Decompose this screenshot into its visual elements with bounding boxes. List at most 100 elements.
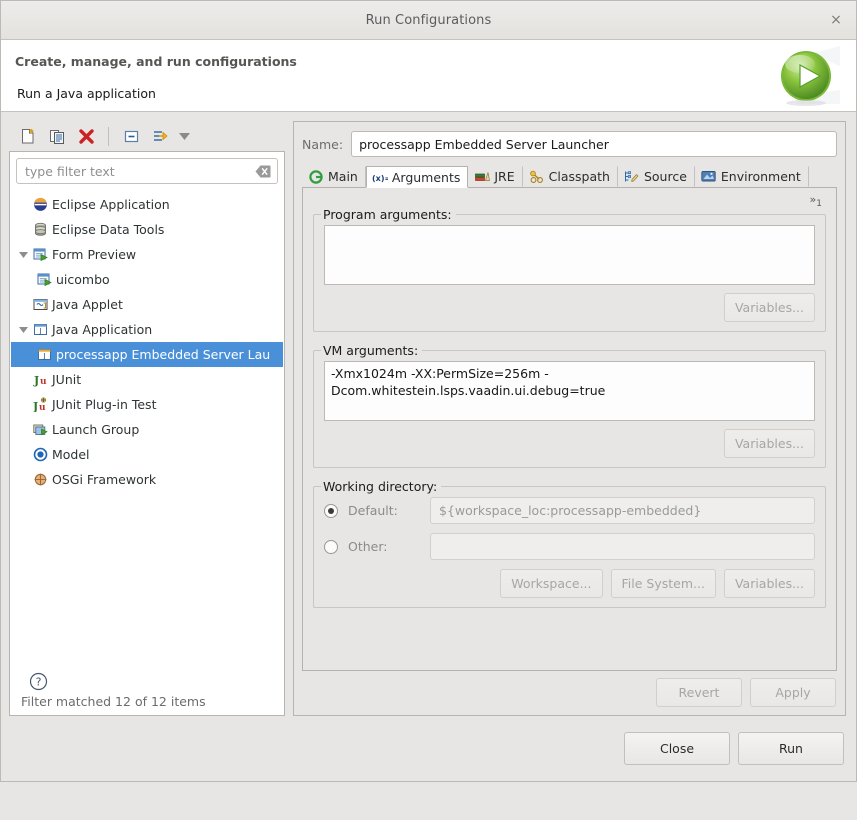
revert-button[interactable]: Revert [656, 678, 742, 707]
model-icon [31, 447, 49, 463]
launch-configurations-tree[interactable]: Eclipse Application Eclipse Data Tools F… [11, 192, 283, 685]
form-preview-icon [31, 247, 49, 263]
eclipse-icon [31, 197, 49, 213]
tab-label: Main [328, 169, 358, 184]
tab-main[interactable]: Main [302, 166, 366, 187]
tab-overflow-count: 1 [816, 199, 822, 210]
configuration-editor-pane: Name: processapp Embedded Server Launche… [293, 121, 846, 820]
twisty-expanded-icon[interactable] [15, 242, 31, 267]
twisty-expanded-icon[interactable] [15, 317, 31, 342]
tree-item-label: Eclipse Application [52, 197, 170, 212]
program-arguments-input[interactable] [324, 225, 815, 285]
jre-tab-icon [474, 170, 490, 184]
copy-icon[interactable] [44, 124, 70, 149]
tree-item-eclipse-data-tools[interactable]: Eclipse Data Tools [11, 217, 283, 242]
tab-arguments[interactable]: (x)= Arguments [365, 166, 469, 188]
tree-item-uicombo[interactable]: uicombo [11, 267, 283, 292]
button-label: Run [779, 741, 803, 756]
tree-item-eclipse-application[interactable]: Eclipse Application [11, 192, 283, 217]
database-icon [31, 222, 49, 238]
program-arguments-label: Program arguments: [321, 207, 456, 222]
tree-item-junit[interactable]: J u JUnit [11, 367, 283, 392]
working-directory-buttons: Workspace... File System... Variables... [324, 569, 815, 598]
java-application-icon: J [35, 347, 53, 363]
vm-arguments-group: VM arguments: -Xmx1024m -XX:PermSize=256… [313, 343, 826, 468]
tree-item-java-application[interactable]: J Java Application [11, 317, 283, 342]
button-label: Workspace... [511, 576, 592, 591]
delete-x-icon[interactable] [73, 124, 99, 149]
filter-row: type filter text [10, 152, 284, 188]
filter-icon[interactable] [147, 124, 173, 149]
svg-text:J: J [33, 400, 38, 412]
close-icon[interactable]: × [826, 10, 846, 30]
working-directory-default-input[interactable]: ${workspace_loc:processapp-embedded} [430, 497, 815, 524]
help-question-icon[interactable]: ? [29, 672, 48, 691]
tree-item-label: uicombo [56, 272, 110, 287]
file-system-button[interactable]: File System... [610, 569, 716, 598]
working-directory-other-input[interactable] [430, 533, 815, 560]
name-input[interactable]: processapp Embedded Server Launcher [351, 131, 837, 157]
button-label: Apply [775, 685, 811, 700]
tree-item-processapp-embedded-server-launcher[interactable]: J processapp Embedded Server Lau [11, 342, 283, 367]
run-button[interactable]: Run [738, 732, 844, 765]
working-directory-default-label[interactable]: Default: [348, 503, 420, 518]
arguments-tab-panel: »1 Program arguments: Variables... VM ar… [302, 188, 837, 671]
workspace-button[interactable]: Workspace... [500, 569, 603, 598]
collapse-all-icon[interactable] [118, 124, 144, 149]
classpath-tab-icon [529, 170, 545, 184]
name-label: Name: [302, 136, 344, 152]
working-directory-other-label[interactable]: Other: [348, 539, 420, 554]
tab-classpath[interactable]: Classpath [523, 166, 618, 187]
configuration-editor: Name: processapp Embedded Server Launche… [293, 121, 846, 716]
tab-label: JRE [494, 169, 515, 184]
tree-item-form-preview[interactable]: Form Preview [11, 242, 283, 267]
tree-item-launch-group[interactable]: Launch Group [11, 417, 283, 442]
tree-item-model[interactable]: Model [11, 442, 283, 467]
working-directory-other-row: Other: [324, 533, 815, 560]
tree-item-label: Launch Group [52, 422, 140, 437]
vm-arguments-input[interactable]: -Xmx1024m -XX:PermSize=256m -Dcom.whites… [324, 361, 815, 421]
twisty-none [15, 467, 31, 492]
chevron-down-icon[interactable] [176, 125, 193, 148]
working-directory-other-radio[interactable] [324, 539, 338, 554]
tree-item-osgi-framework[interactable]: OSGi Framework [11, 467, 283, 492]
svg-text:u: u [40, 377, 47, 387]
search-input[interactable]: type filter text [16, 158, 278, 184]
filter-status-label: Filter matched 12 of 12 items [11, 686, 283, 715]
working-directory-default-radio[interactable] [324, 503, 338, 518]
close-button[interactable]: Close [624, 732, 730, 765]
vm-arguments-variables-button[interactable]: Variables... [723, 429, 815, 458]
working-directory-variables-button[interactable]: Variables... [723, 569, 815, 598]
configuration-tabs: Main (x)= Arguments JRE Classpath Source… [302, 165, 837, 188]
tab-source[interactable]: Source [618, 166, 695, 187]
button-label: File System... [621, 576, 705, 591]
svg-text:J: J [33, 374, 39, 387]
tree-item-label: JUnit [52, 372, 82, 387]
tab-label: Classpath [548, 169, 610, 184]
main-tab-icon [308, 169, 324, 184]
tree-item-java-applet[interactable]: Java Applet [11, 292, 283, 317]
tab-overflow-indicator[interactable]: »1 [810, 194, 822, 209]
title-bar: Run Configurations × [1, 1, 856, 40]
apply-button[interactable]: Apply [750, 678, 836, 707]
tab-environment[interactable]: Environment [695, 166, 809, 187]
dialog-header: Create, manage, and run configurations R… [1, 40, 856, 112]
tree-item-junit-plugin-test[interactable]: J u JUnit Plug-in Test [11, 392, 283, 417]
svg-text:(x)=: (x)= [372, 174, 388, 183]
tree-item-label: Java Application [52, 322, 153, 337]
tree-item-label: Form Preview [52, 247, 137, 262]
twisty-none [15, 217, 31, 242]
form-preview-icon [35, 272, 53, 288]
tab-jre[interactable]: JRE [468, 166, 523, 187]
svg-text:?: ? [36, 676, 42, 689]
twisty-none [15, 417, 31, 442]
page-title: Create, manage, and run configurations [15, 54, 297, 69]
program-arguments-button-row: Variables... [324, 293, 815, 322]
twisty-none [15, 392, 31, 417]
program-arguments-variables-button[interactable]: Variables... [723, 293, 815, 322]
new-document-icon[interactable] [15, 124, 41, 149]
clear-backspace-icon[interactable] [255, 164, 271, 179]
tree-item-label: Model [52, 447, 90, 462]
osgi-icon [31, 472, 49, 488]
button-label: Revert [678, 685, 720, 700]
